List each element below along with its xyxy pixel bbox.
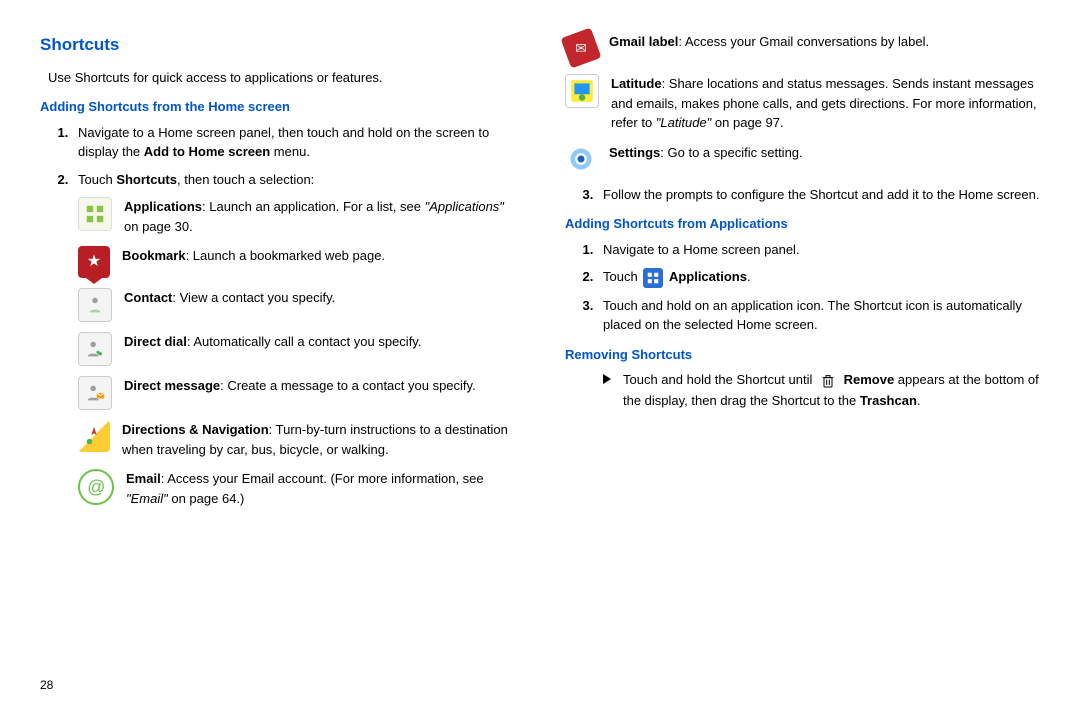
shortcut-settings: Settings: Go to a specific setting. [565, 143, 1040, 175]
direct-message-icon [78, 376, 112, 410]
gmail-label-icon: ✉ [560, 27, 601, 68]
shortcut-bookmark: ★ Bookmark: Launch a bookmarked web page… [78, 246, 515, 278]
step-1: Navigate to a Home screen panel, then to… [72, 123, 515, 162]
step-2: Touch Shortcuts, then touch a selection: [72, 170, 515, 190]
subheading-add-apps: Adding Shortcuts from Applications [565, 214, 1040, 234]
triangle-bullet-icon [603, 374, 611, 384]
apps-step-1: Navigate to a Home screen panel. [597, 240, 1040, 260]
shortcut-latitude: Latitude: Share locations and status mes… [565, 74, 1040, 133]
shortcut-email: @ Email: Access your Email account. (For… [78, 469, 515, 508]
applications-grid-icon [643, 268, 663, 288]
applications-icon [78, 197, 112, 231]
apps-step-2: Touch Applications. [597, 267, 1040, 288]
latitude-icon [565, 74, 599, 108]
shortcut-contact: Contact: View a contact you specify. [78, 288, 515, 322]
directions-icon [78, 420, 110, 452]
remove-bullet: Touch and hold the Shortcut until Remove… [603, 370, 1040, 410]
apps-step-3: Touch and hold on an application icon. T… [597, 296, 1040, 335]
shortcut-applications: Applications: Launch an application. For… [78, 197, 515, 236]
bookmark-icon: ★ [78, 246, 110, 278]
settings-icon [565, 143, 597, 175]
subheading-remove: Removing Shortcuts [565, 345, 1040, 365]
contact-icon [78, 288, 112, 322]
subheading-add-home: Adding Shortcuts from the Home screen [40, 97, 515, 117]
intro-text: Use Shortcuts for quick access to applic… [48, 68, 515, 88]
shortcut-directions: Directions & Navigation: Turn-by-turn in… [78, 420, 515, 459]
shortcut-direct-dial: Direct dial: Automatically call a contac… [78, 332, 515, 366]
shortcut-direct-message: Direct message: Create a message to a co… [78, 376, 515, 410]
page-number: 28 [40, 676, 53, 694]
email-icon: @ [78, 469, 114, 505]
section-title-shortcuts: Shortcuts [40, 32, 515, 58]
direct-dial-icon [78, 332, 112, 366]
shortcut-gmail-label: ✉ Gmail label: Access your Gmail convers… [565, 32, 1040, 64]
step-3: Follow the prompts to configure the Shor… [597, 185, 1040, 205]
trashcan-icon [818, 371, 838, 391]
